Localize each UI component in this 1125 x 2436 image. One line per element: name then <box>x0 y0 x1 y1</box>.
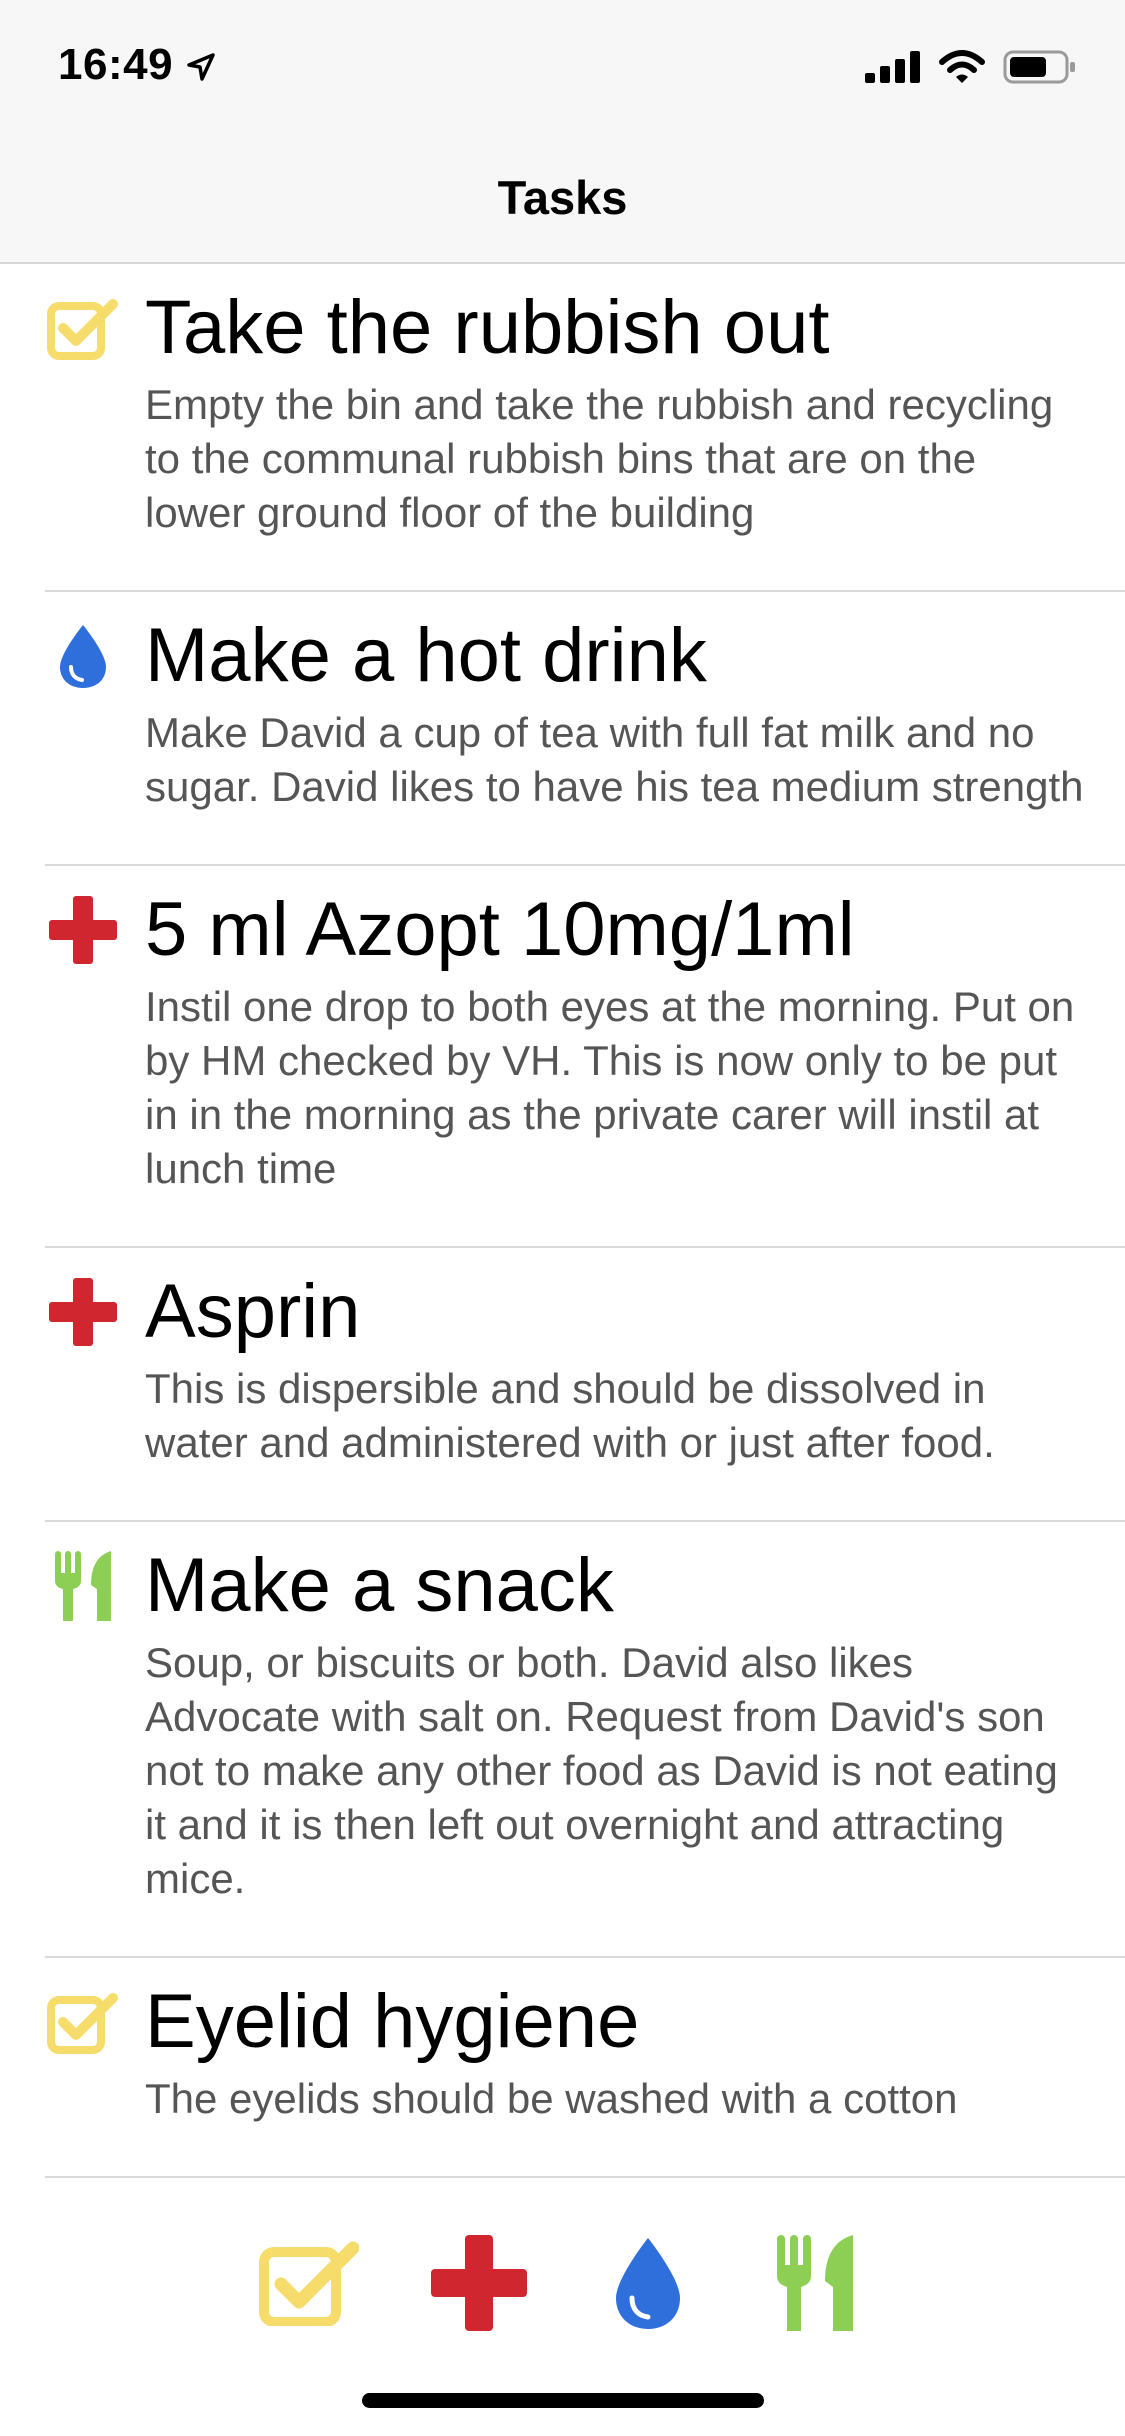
status-indicators <box>865 50 1077 89</box>
top-bar: 16:49 Tasks <box>0 0 1125 264</box>
task-title: Take the rubbish out <box>145 285 830 370</box>
location-arrow-icon <box>186 52 216 87</box>
battery-icon <box>1003 50 1077 89</box>
task-description: Instil one drop to both eyes at the morn… <box>145 983 1075 1192</box>
task-description: The eyelids should be washed with a cott… <box>145 2075 958 2122</box>
checklist-icon <box>259 2240 360 2331</box>
task-row[interactable]: Asprin This is dispersible and should be… <box>45 1248 1125 1522</box>
medical-cross-icon <box>45 892 120 967</box>
task-description: Empty the bin and take the rubbish and r… <box>145 381 1054 536</box>
filter-checklist-button[interactable] <box>254 2230 364 2340</box>
task-title: Make a hot drink <box>145 613 707 698</box>
cellular-signal-icon <box>865 51 921 88</box>
fork-knife-icon <box>775 2233 855 2338</box>
task-title: Eyelid hygiene <box>145 1979 640 2064</box>
task-title: 5 ml Azopt 10mg/1ml <box>145 887 855 972</box>
filter-food-button[interactable] <box>760 2230 870 2340</box>
task-description: Make David a cup of tea with full fat mi… <box>145 709 1084 810</box>
task-row[interactable]: Take the rubbish out Empty the bin and t… <box>45 264 1125 592</box>
status-time: 16:49 <box>58 40 174 89</box>
medical-cross-icon <box>429 2233 529 2338</box>
checklist-icon <box>45 1984 120 2059</box>
fork-knife-icon <box>45 1548 120 1623</box>
wifi-icon <box>939 50 985 89</box>
task-row[interactable]: 5 ml Azopt 10mg/1ml Instil one drop to b… <box>45 866 1125 1248</box>
task-row[interactable]: Make a hot drink Make David a cup of tea… <box>45 592 1125 866</box>
task-description: This is dispersible and should be dissol… <box>145 1365 995 1466</box>
task-title: Make a snack <box>145 1543 614 1628</box>
medical-cross-icon <box>45 1274 120 1349</box>
water-drop-icon <box>45 618 120 693</box>
water-drop-icon <box>612 2234 684 2337</box>
home-indicator[interactable] <box>362 2393 764 2408</box>
task-description: Soup, or biscuits or both. David also li… <box>145 1639 1058 1902</box>
task-row[interactable]: Make a snack Soup, or biscuits or both. … <box>45 1522 1125 1958</box>
filter-drink-button[interactable] <box>593 2230 703 2340</box>
tasks-screen: 16:49 Tasks Take the rubbish out Empty t… <box>0 0 1125 2436</box>
task-list[interactable]: Take the rubbish out Empty the bin and t… <box>0 264 1125 2194</box>
filter-medical-button[interactable] <box>424 2230 534 2340</box>
task-row[interactable]: Eyelid hygiene The eyelids should be was… <box>45 1958 1125 2178</box>
page-title: Tasks <box>497 171 628 224</box>
task-title: Asprin <box>145 1269 361 1354</box>
checklist-icon <box>45 290 120 365</box>
